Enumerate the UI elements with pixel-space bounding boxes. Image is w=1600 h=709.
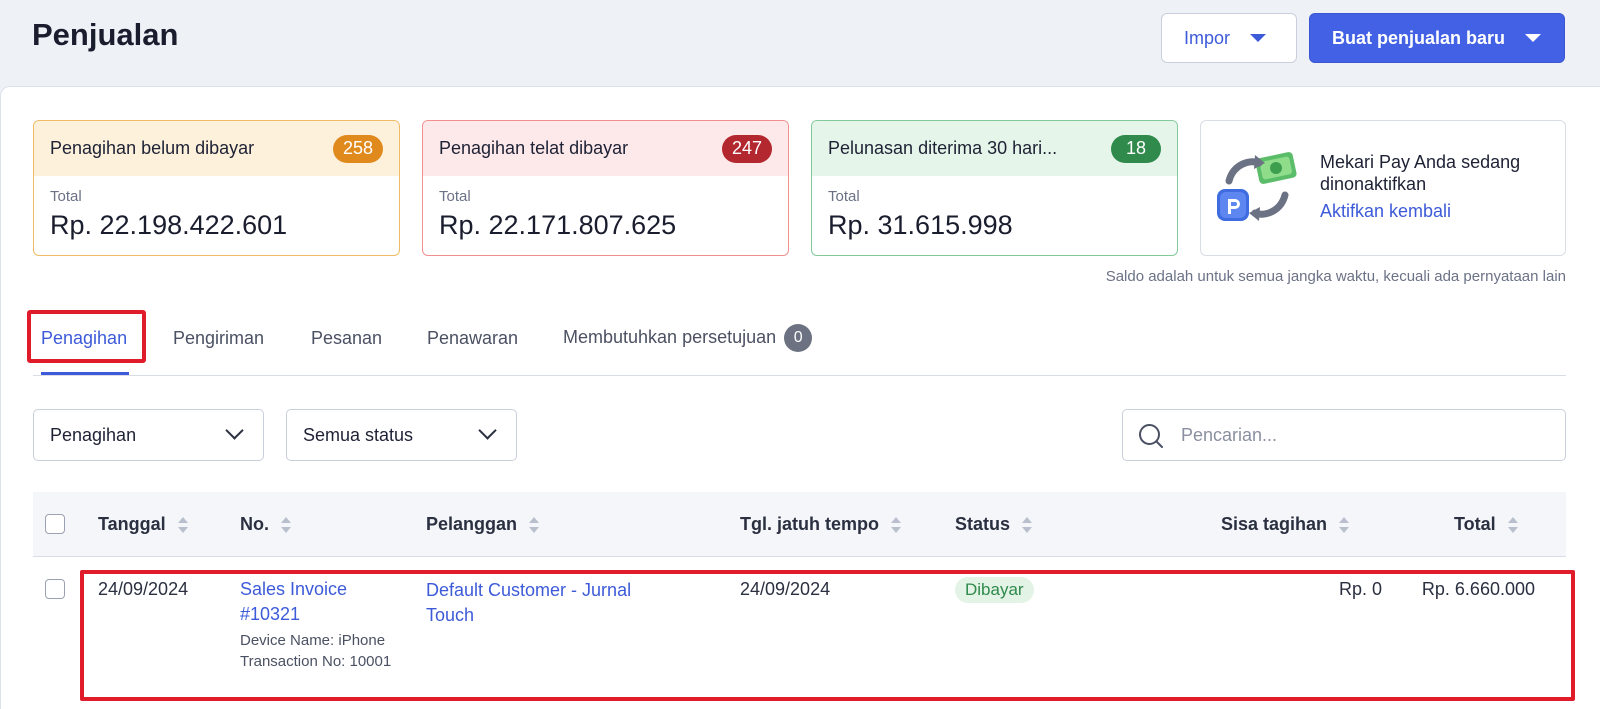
status-filter-select[interactable]: Semua status <box>286 409 517 461</box>
tab-bar: Penagihan Pengiriman Pesanan Penawaran M… <box>33 310 1566 376</box>
status-filter-value: Semua status <box>303 424 414 445</box>
sort-icon <box>1507 516 1518 534</box>
count-badge: 247 <box>722 134 772 163</box>
row-due-date: 24/09/2024 <box>740 579 831 599</box>
sort-icon <box>891 516 901 534</box>
summary-card-unpaid[interactable]: Penagihan belum dibayar 258 Total Rp. 22… <box>33 120 400 256</box>
column-header-status[interactable]: Status <box>955 514 1033 535</box>
tab-label: Penagihan <box>41 328 128 348</box>
column-header-jatuh-tempo[interactable]: Tgl. jatuh tempo <box>740 514 901 535</box>
sort-icon <box>177 516 188 534</box>
reactivate-link[interactable]: Aktifkan kembali <box>1320 201 1451 222</box>
tab-pesanan[interactable]: Pesanan <box>311 328 382 349</box>
customer-link[interactable]: Default Customer - Jurnal Touch <box>426 578 676 628</box>
status-badge: Dibayar <box>955 577 1034 603</box>
tab-penawaran[interactable]: Penawaran <box>427 328 518 349</box>
column-header-label: Pelanggan <box>426 514 518 534</box>
select-all-checkbox[interactable] <box>45 514 65 534</box>
summary-card-title: Penagihan belum dibayar <box>50 138 255 158</box>
summary-amount: Rp. 22.171.807.625 <box>439 210 677 240</box>
summary-card-title: Pelunasan diterima 30 hari... <box>828 138 1058 158</box>
tab-label: Pesanan <box>311 328 383 348</box>
summary-amount: Rp. 31.615.998 <box>828 210 1013 240</box>
row-status-cell: Dibayar <box>955 577 1034 603</box>
document-type-value: Penagihan <box>50 424 137 445</box>
column-header-label: Status <box>955 514 1011 534</box>
column-header-no[interactable]: No. <box>240 514 291 535</box>
column-header-label: No. <box>240 514 269 534</box>
summary-card-header: Penagihan belum dibayar 258 <box>34 121 399 176</box>
chevron-down-icon <box>478 421 497 440</box>
tab-label: Membutuhkan persetujuan <box>563 326 777 347</box>
count-badge: 18 <box>1111 134 1161 163</box>
page-title: Penjualan <box>32 17 179 52</box>
sort-icon <box>281 516 291 534</box>
invoice-note: Device Name: iPhone Transaction No: 1000… <box>240 632 392 670</box>
chevron-down-icon <box>225 421 244 440</box>
row-remaining: Rp. 0 <box>1338 579 1382 599</box>
row-number-cell: Sales Invoice #10321 Device Name: iPhone… <box>240 577 400 672</box>
active-tab-indicator <box>41 372 129 375</box>
invoice-number-link[interactable]: Sales Invoice #10321 <box>240 577 400 627</box>
total-label: Total <box>828 188 860 205</box>
summary-card-title: Penagihan telat dibayar <box>439 138 629 158</box>
tab-penagihan[interactable]: Penagihan <box>41 328 127 349</box>
new-sale-button[interactable]: Buat penjualan baru <box>1309 13 1565 63</box>
search-box[interactable] <box>1122 409 1566 461</box>
tab-membutuhkan-persetujuan[interactable]: Membutuhkan persetujuan 0 <box>563 324 813 352</box>
search-icon <box>1139 424 1163 448</box>
approval-count-badge: 0 <box>784 324 813 352</box>
column-header-tanggal[interactable]: Tanggal <box>98 514 188 535</box>
tab-pengiriman[interactable]: Pengiriman <box>173 328 264 349</box>
mekari-pay-message: Mekari Pay Anda sedang dinonaktifkan <box>1320 152 1521 194</box>
summary-card-paid[interactable]: Pelunasan diterima 30 hari... 18 Total R… <box>811 120 1178 256</box>
import-button[interactable]: Impor <box>1161 13 1297 63</box>
total-label: Total <box>439 188 471 205</box>
table-row[interactable]: 24/09/2024 Sales Invoice #10321 Device N… <box>33 557 1566 709</box>
summary-card-header: Penagihan telat dibayar 247 <box>423 121 788 176</box>
payment-exchange-icon <box>1217 152 1297 221</box>
column-header-label: Sisa tagihan <box>1221 514 1328 534</box>
row-total: Rp. 6.660.000 <box>1421 579 1535 599</box>
column-header-total[interactable]: Total <box>1454 514 1518 535</box>
search-input[interactable] <box>1181 410 1551 460</box>
total-label: Total <box>50 188 82 205</box>
caret-down-icon <box>1525 34 1542 42</box>
column-header-label: Tgl. jatuh tempo <box>740 514 879 534</box>
tab-label: Pengiriman <box>173 328 265 348</box>
new-sale-button-label: Buat penjualan baru <box>1332 27 1506 48</box>
saldo-note: Saldo adalah untuk semua jangka waktu, k… <box>1105 268 1566 285</box>
column-header-sisa-tagihan[interactable]: Sisa tagihan <box>1221 514 1350 535</box>
column-header-label: Tanggal <box>98 514 166 534</box>
count-badge: 258 <box>333 134 383 163</box>
document-type-select[interactable]: Penagihan <box>33 409 264 461</box>
column-header-label: Total <box>1454 514 1496 534</box>
sort-icon <box>1022 516 1033 534</box>
caret-down-icon <box>1250 34 1267 42</box>
sort-icon <box>1339 516 1350 534</box>
summary-amount: Rp. 22.198.422.601 <box>50 210 288 240</box>
summary-card-header: Pelunasan diterima 30 hari... 18 <box>812 121 1177 176</box>
tab-label: Penawaran <box>427 328 519 348</box>
top-bar: Penjualan Impor Buat penjualan baru <box>0 0 1600 86</box>
column-header-pelanggan[interactable]: Pelanggan <box>426 514 540 535</box>
summary-card-overdue[interactable]: Penagihan telat dibayar 247 Total Rp. 22… <box>422 120 789 256</box>
row-date: 24/09/2024 <box>98 579 189 599</box>
mekari-pay-card: Mekari Pay Anda sedang dinonaktifkan Akt… <box>1200 120 1566 256</box>
table-header: Tanggal No. Pelanggan Tgl. jatuh tempo S… <box>33 492 1566 557</box>
row-checkbox[interactable] <box>45 579 65 599</box>
import-button-label: Impor <box>1184 27 1231 48</box>
sort-icon <box>529 516 540 534</box>
